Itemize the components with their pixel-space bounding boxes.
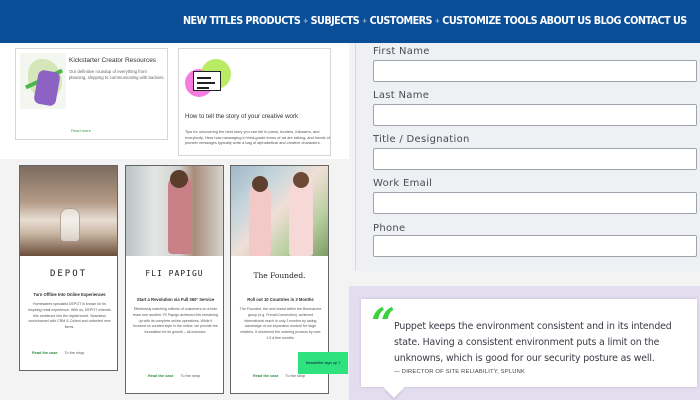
case-study-card-depot[interactable]: DEPOT Turn Offline Into Online Experienc… [19, 165, 118, 371]
case-study-brand: DEPOT [49, 269, 88, 279]
case-study-subtitle: Roll out 10 Countries in 3 Months [247, 297, 314, 302]
nav-item-products[interactable]: PRODUCTS [245, 15, 300, 27]
phone-label: Phone [373, 223, 406, 234]
resource-card[interactable]: How to tell the story of your creative w… [178, 48, 331, 156]
nav-separator: + [303, 17, 308, 25]
nav-menu: NEW TITLES PRODUCTS + SUBJECTS + CUSTOME… [183, 15, 689, 27]
case-study-links: Read the case To the shop [253, 374, 305, 378]
nav-separator: + [434, 17, 440, 25]
quote-icon: “ [371, 299, 396, 348]
read-case-link[interactable]: Read the case [32, 351, 58, 355]
testimonial-card: “ Puppet keeps the environment consisten… [361, 299, 697, 387]
case-study-brand: FLI PAPIGU [145, 269, 204, 278]
nav-item-contact-us[interactable]: CONTACT US [624, 15, 688, 27]
testimonial-section: “ Puppet keeps the environment consisten… [349, 286, 700, 400]
case-study-photo [126, 166, 223, 256]
resource-description: Tips for uncovering the best story you c… [185, 129, 330, 145]
nav-separator: + [361, 17, 367, 25]
case-study-brand: The Founded. [253, 271, 306, 280]
resource-illustration [20, 53, 66, 109]
resource-illustration [185, 55, 231, 107]
read-more-link[interactable]: Read more [71, 128, 91, 133]
first-name-label: First Name [373, 46, 430, 57]
resource-card[interactable]: Kickstarter Creator Resources Our defini… [15, 48, 168, 140]
testimonial-attribution: — DIRECTOR OF SITE RELIABILITY, SPLUNK [394, 369, 526, 375]
case-study-photo [231, 166, 328, 256]
case-study-description: Homewares specialist DEPOT is known for … [28, 302, 111, 330]
resource-title[interactable]: Kickstarter Creator Resources [69, 57, 156, 64]
case-study-links: Read the case To the shop [32, 351, 84, 355]
to-shop-link[interactable]: To the shop [286, 374, 306, 378]
nav-item-new-titles[interactable]: NEW TITLES [183, 15, 243, 27]
contact-form: First Name Last Name Title / Designation… [355, 43, 700, 271]
read-case-link[interactable]: Read the case [148, 374, 174, 378]
case-study-links: Read the case To the shop [148, 374, 200, 378]
resource-title[interactable]: How to tell the story of your creative w… [185, 113, 298, 120]
testimonial-quote: Puppet keeps the environment consistent … [394, 321, 672, 364]
nav-item-customers[interactable]: CUSTOMERS [370, 15, 433, 27]
nav-item-about-us[interactable]: ABOUT US [540, 15, 592, 27]
resources-panel: Kickstarter Creator Resources Our defini… [0, 43, 349, 159]
last-name-field[interactable] [373, 104, 697, 126]
top-navigation-bar: NEW TITLES PRODUCTS + SUBJECTS + CUSTOME… [0, 0, 700, 43]
first-name-field[interactable] [373, 60, 697, 82]
case-study-description: Effortlessly matching millions of custom… [133, 307, 218, 335]
to-shop-link[interactable]: To the shop [65, 351, 85, 355]
case-study-photo [20, 166, 117, 256]
resource-description: Our definitive roundup of everything fro… [69, 69, 165, 80]
case-study-card-fli-papigu[interactable]: FLI PAPIGU Start a Revolution via Full 3… [125, 165, 224, 394]
case-study-subtitle: Turn Offline Into Online Experiences [33, 292, 106, 297]
case-study-subtitle: Start a Revolution via Full 360° Service [136, 297, 215, 302]
to-shop-link[interactable]: To the shop [181, 374, 201, 378]
work-email-field[interactable] [373, 192, 697, 214]
read-case-link[interactable]: Read the case [253, 374, 279, 378]
title-designation-label: Title / Designation [373, 134, 470, 145]
nav-item-blog[interactable]: BLOG [594, 15, 622, 27]
last-name-label: Last Name [373, 90, 430, 101]
nav-item-subjects[interactable]: SUBJECTS [311, 15, 360, 27]
title-designation-field[interactable] [373, 148, 697, 170]
nav-item-customize-tools[interactable]: CUSTOMIZE TOOLS [442, 15, 537, 27]
newsletter-signup-button[interactable]: Newsletter sign up ? [298, 352, 348, 374]
case-study-description: The Founded, the new brand within the Bo… [239, 307, 322, 340]
phone-field[interactable] [373, 235, 697, 257]
work-email-label: Work Email [373, 178, 433, 189]
